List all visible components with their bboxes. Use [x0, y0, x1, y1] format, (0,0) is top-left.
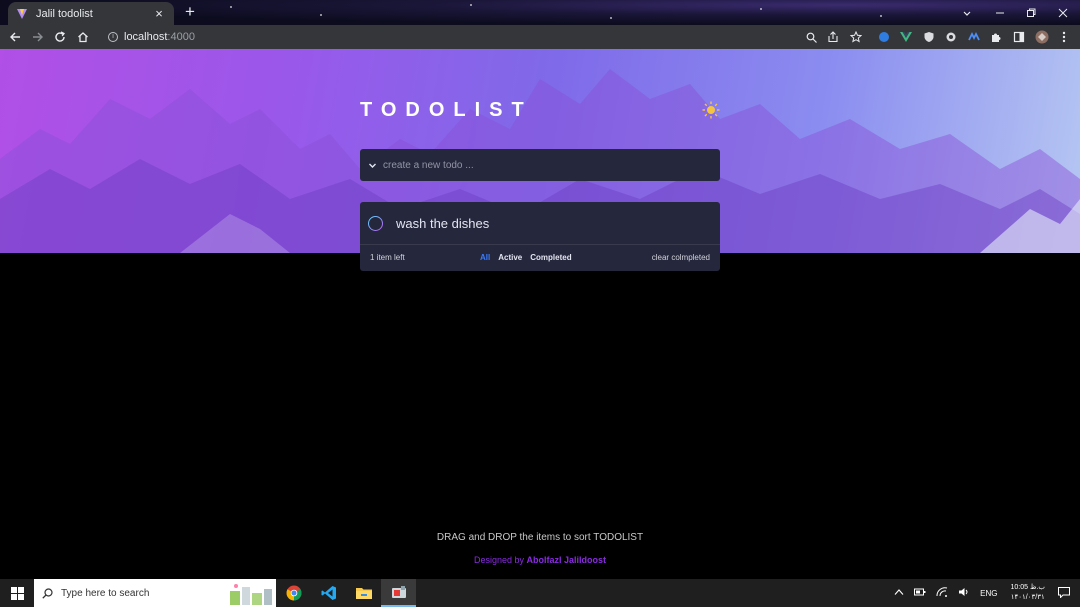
taskbar-clock[interactable]: 10:05 ب.ظ ۱۴۰۱/۰۳/۳۱: [1011, 583, 1045, 603]
tray-expand-icon[interactable]: [894, 588, 904, 598]
app-title: TODOLIST: [360, 99, 533, 121]
browser-toolbar: i localhost:4000: [0, 25, 1080, 49]
site-info-icon[interactable]: i: [108, 32, 118, 42]
url-port: :4000: [167, 31, 195, 43]
filter-completed[interactable]: Completed: [530, 253, 571, 262]
todo-text: wash the dishes: [396, 215, 490, 231]
search-highlight-icon: [230, 584, 272, 605]
vue-devtools-icon[interactable]: [899, 30, 913, 44]
star-decor: [470, 4, 472, 6]
chrome-taskbar-icon[interactable]: [276, 579, 311, 607]
share-icon[interactable]: [826, 30, 840, 44]
language-indicator[interactable]: ENG: [980, 589, 997, 598]
windows-taskbar: Type here to search ENG 10:05 ب.ظ ۱۴۰۱/۰…: [0, 579, 1080, 607]
taskbar-search[interactable]: Type here to search: [34, 579, 276, 607]
sun-theme-toggle-icon[interactable]: [702, 101, 720, 119]
windows-start-icon[interactable]: [0, 579, 34, 607]
browser-tabstrip: Jalil todolist × +: [0, 0, 1080, 25]
new-todo-bar: [360, 149, 720, 181]
star-decor: [760, 8, 762, 10]
page-viewport: TODOLIST wash the dishes 1 item left All: [0, 49, 1080, 579]
close-window-icon[interactable]: [1048, 0, 1078, 25]
chevron-down-icon[interactable]: [368, 160, 378, 170]
todo-list-card: wash the dishes 1 item left All Active C…: [360, 202, 720, 271]
extension-blue-icon[interactable]: [877, 30, 891, 44]
filter-active[interactable]: Active: [498, 253, 522, 262]
wifi-icon[interactable]: [936, 587, 948, 599]
new-tab-button[interactable]: +: [180, 3, 200, 23]
browser-tab[interactable]: Jalil todolist ×: [8, 2, 174, 25]
star-decor: [320, 14, 322, 16]
recorder-taskbar-icon[interactable]: [381, 579, 416, 607]
bookmark-star-icon[interactable]: [849, 30, 863, 44]
clear-completed-button[interactable]: clear colmpleted: [652, 253, 710, 262]
profile-avatar-icon[interactable]: [1035, 30, 1049, 44]
clock-date: ۱۴۰۱/۰۳/۳۱: [1010, 594, 1045, 601]
close-tab-icon[interactable]: ×: [152, 6, 166, 21]
star-decor: [880, 15, 882, 17]
battery-icon[interactable]: [914, 588, 926, 598]
new-todo-input[interactable]: [383, 159, 720, 171]
minimize-icon[interactable]: [985, 0, 1015, 25]
back-icon[interactable]: [6, 28, 24, 46]
star-decor: [610, 17, 612, 19]
home-icon[interactable]: [74, 28, 92, 46]
restore-icon[interactable]: [1016, 0, 1046, 25]
clock-time: 10:05 ب.ظ: [1010, 584, 1045, 591]
tab-search-icon[interactable]: [952, 0, 982, 25]
reload-icon[interactable]: [51, 28, 69, 46]
zoom-icon[interactable]: [804, 30, 818, 44]
todo-checkbox[interactable]: [368, 216, 383, 231]
star-decor: [230, 6, 232, 8]
todo-item[interactable]: wash the dishes: [360, 202, 720, 245]
filter-all[interactable]: All: [480, 253, 490, 262]
drag-drop-hint: DRAG and DROP the items to sort TODOLIST: [436, 532, 644, 543]
url-host: localhost: [124, 31, 168, 43]
side-panel-icon[interactable]: [1012, 30, 1026, 44]
credit-name[interactable]: Abolfazl Jalildoost: [527, 555, 607, 565]
system-tray: ENG 10:05 ب.ظ ۱۴۰۱/۰۳/۳۱: [889, 579, 1080, 607]
file-explorer-taskbar-icon[interactable]: [346, 579, 381, 607]
designer-credit: Designed by Abolfazl Jalildoost: [0, 555, 1080, 565]
forward-icon[interactable]: [29, 28, 47, 46]
puzzle-extensions-icon[interactable]: [989, 30, 1003, 44]
gear-extension-icon[interactable]: [944, 30, 958, 44]
search-icon: [42, 587, 53, 599]
todo-footer: 1 item left All Active Completed clear c…: [360, 245, 720, 270]
menu-kebab-icon[interactable]: [1057, 30, 1071, 44]
items-left-count: 1 item left: [370, 253, 405, 262]
address-bar[interactable]: i localhost:4000: [100, 27, 870, 47]
tab-title: Jalil todolist: [36, 7, 93, 20]
shield-icon[interactable]: [922, 30, 936, 44]
filter-group: All Active Completed: [480, 253, 652, 262]
vite-favicon-icon: [16, 8, 28, 20]
volume-icon[interactable]: [958, 587, 970, 599]
wave-extension-icon[interactable]: [967, 30, 981, 44]
notifications-icon[interactable]: [1058, 586, 1070, 600]
search-placeholder: Type here to search: [61, 587, 150, 599]
vscode-taskbar-icon[interactable]: [311, 579, 346, 607]
credit-prefix: Designed by: [473, 555, 524, 565]
